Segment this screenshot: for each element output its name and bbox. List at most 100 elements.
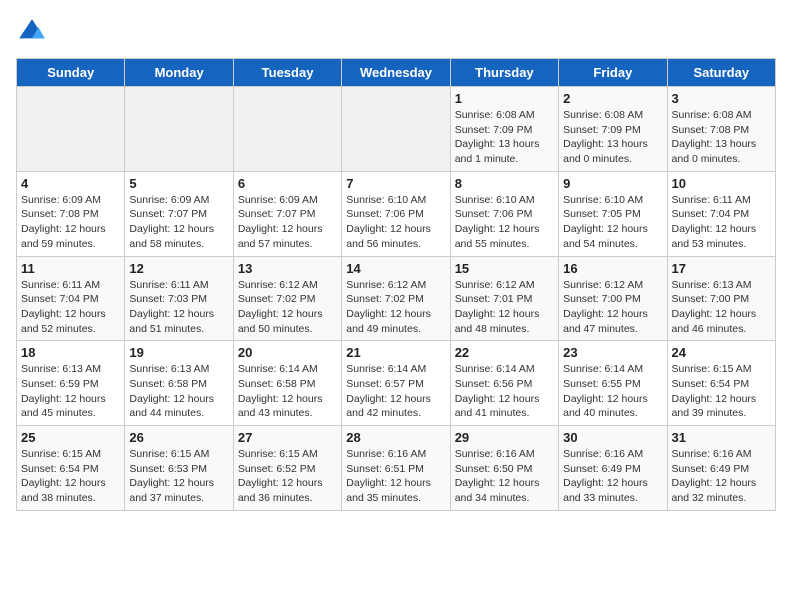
day-number: 22 (455, 345, 554, 360)
calendar-cell: 17 Sunrise: 6:13 AMSunset: 7:00 PMDayligh… (667, 256, 775, 341)
day-info: Sunrise: 6:09 AMSunset: 7:07 PMDaylight:… (129, 193, 228, 252)
day-info: Sunrise: 6:12 AMSunset: 7:02 PMDaylight:… (238, 278, 337, 337)
calendar-cell: 9 Sunrise: 6:10 AMSunset: 7:05 PMDaylight… (559, 171, 667, 256)
calendar-cell: 20Sunrise: 6:14 AMSunset: 6:58 PMDayligh… (233, 341, 341, 426)
calendar-table: SundayMondayTuesdayWednesdayThursdayFrid… (16, 58, 776, 511)
calendar-cell: 14 Sunrise: 6:12 AMSunset: 7:02 PMDayligh… (342, 256, 450, 341)
calendar-cell: 27 Sunrise: 6:15 AMSunset: 6:52 PMDayligh… (233, 426, 341, 511)
day-number: 14 (346, 261, 445, 276)
day-info: Sunrise: 6:08 AMSunset: 7:09 PMDaylight:… (563, 108, 662, 167)
calendar-cell: 30 Sunrise: 6:16 AMSunset: 6:49 PMDayligh… (559, 426, 667, 511)
day-info: Sunrise: 6:14 AMSunset: 6:56 PMDaylight:… (455, 362, 554, 421)
day-number: 24 (672, 345, 771, 360)
day-info: Sunrise: 6:16 AMSunset: 6:49 PMDaylight:… (563, 447, 662, 506)
day-number: 18 (21, 345, 120, 360)
day-info: Sunrise: 6:16 AMSunset: 6:51 PMDaylight:… (346, 447, 445, 506)
calendar-cell: 8Sunrise: 6:10 AMSunset: 7:06 PMDaylight… (450, 171, 558, 256)
calendar-cell (342, 87, 450, 172)
day-number: 13 (238, 261, 337, 276)
day-info: Sunrise: 6:10 AMSunset: 7:06 PMDaylight:… (346, 193, 445, 252)
calendar-cell: 13 Sunrise: 6:12 AMSunset: 7:02 PMDayligh… (233, 256, 341, 341)
calendar-cell (233, 87, 341, 172)
calendar-header-monday: Monday (125, 59, 233, 87)
day-info: Sunrise: 6:16 AMSunset: 6:49 PMDaylight:… (672, 447, 771, 506)
day-number: 31 (672, 430, 771, 445)
day-info: Sunrise: 6:08 AMSunset: 7:08 PMDaylight:… (672, 108, 771, 167)
day-number: 7 (346, 176, 445, 191)
day-info: Sunrise: 6:12 AMSunset: 7:00 PMDaylight:… (563, 278, 662, 337)
logo-icon (16, 16, 48, 48)
calendar-week-row: 11 Sunrise: 6:11 AMSunset: 7:04 PMDayligh… (17, 256, 776, 341)
calendar-cell: 10 Sunrise: 6:11 AMSunset: 7:04 PMDayligh… (667, 171, 775, 256)
calendar-header-thursday: Thursday (450, 59, 558, 87)
day-info: Sunrise: 6:08 AMSunset: 7:09 PMDaylight:… (455, 108, 554, 167)
day-number: 28 (346, 430, 445, 445)
day-number: 20 (238, 345, 337, 360)
calendar-cell: 15Sunrise: 6:12 AMSunset: 7:01 PMDayligh… (450, 256, 558, 341)
page-header (16, 16, 776, 48)
day-info: Sunrise: 6:15 AMSunset: 6:52 PMDaylight:… (238, 447, 337, 506)
calendar-week-row: 1 Sunrise: 6:08 AMSunset: 7:09 PMDaylight… (17, 87, 776, 172)
day-info: Sunrise: 6:11 AMSunset: 7:04 PMDaylight:… (21, 278, 120, 337)
day-number: 26 (129, 430, 228, 445)
day-number: 11 (21, 261, 120, 276)
calendar-week-row: 18 Sunrise: 6:13 AMSunset: 6:59 PMDayligh… (17, 341, 776, 426)
calendar-body: 1 Sunrise: 6:08 AMSunset: 7:09 PMDaylight… (17, 87, 776, 511)
calendar-cell: 1 Sunrise: 6:08 AMSunset: 7:09 PMDaylight… (450, 87, 558, 172)
calendar-cell: 28 Sunrise: 6:16 AMSunset: 6:51 PMDayligh… (342, 426, 450, 511)
day-number: 2 (563, 91, 662, 106)
calendar-cell: 12Sunrise: 6:11 AMSunset: 7:03 PMDayligh… (125, 256, 233, 341)
day-number: 23 (563, 345, 662, 360)
day-number: 1 (455, 91, 554, 106)
day-info: Sunrise: 6:09 AMSunset: 7:08 PMDaylight:… (21, 193, 120, 252)
calendar-cell: 6 Sunrise: 6:09 AMSunset: 7:07 PMDaylight… (233, 171, 341, 256)
day-number: 27 (238, 430, 337, 445)
calendar-cell: 31 Sunrise: 6:16 AMSunset: 6:49 PMDayligh… (667, 426, 775, 511)
calendar-header-wednesday: Wednesday (342, 59, 450, 87)
day-info: Sunrise: 6:10 AMSunset: 7:06 PMDaylight:… (455, 193, 554, 252)
day-number: 6 (238, 176, 337, 191)
day-number: 4 (21, 176, 120, 191)
day-number: 3 (672, 91, 771, 106)
day-number: 19 (129, 345, 228, 360)
calendar-header-row: SundayMondayTuesdayWednesdayThursdayFrid… (17, 59, 776, 87)
day-number: 5 (129, 176, 228, 191)
day-info: Sunrise: 6:11 AMSunset: 7:04 PMDaylight:… (672, 193, 771, 252)
calendar-cell: 18 Sunrise: 6:13 AMSunset: 6:59 PMDayligh… (17, 341, 125, 426)
day-info: Sunrise: 6:15 AMSunset: 6:53 PMDaylight:… (129, 447, 228, 506)
calendar-cell: 4 Sunrise: 6:09 AMSunset: 7:08 PMDaylight… (17, 171, 125, 256)
day-info: Sunrise: 6:13 AMSunset: 6:58 PMDaylight:… (129, 362, 228, 421)
calendar-header-saturday: Saturday (667, 59, 775, 87)
day-number: 29 (455, 430, 554, 445)
day-number: 10 (672, 176, 771, 191)
calendar-cell: 5 Sunrise: 6:09 AMSunset: 7:07 PMDaylight… (125, 171, 233, 256)
day-number: 30 (563, 430, 662, 445)
calendar-cell: 25Sunrise: 6:15 AMSunset: 6:54 PMDayligh… (17, 426, 125, 511)
calendar-cell (17, 87, 125, 172)
day-info: Sunrise: 6:12 AMSunset: 7:02 PMDaylight:… (346, 278, 445, 337)
day-info: Sunrise: 6:13 AMSunset: 7:00 PMDaylight:… (672, 278, 771, 337)
day-number: 21 (346, 345, 445, 360)
calendar-cell: 22 Sunrise: 6:14 AMSunset: 6:56 PMDayligh… (450, 341, 558, 426)
day-info: Sunrise: 6:09 AMSunset: 7:07 PMDaylight:… (238, 193, 337, 252)
logo (16, 16, 52, 48)
day-info: Sunrise: 6:15 AMSunset: 6:54 PMDaylight:… (21, 447, 120, 506)
day-info: Sunrise: 6:12 AMSunset: 7:01 PMDaylight:… (455, 278, 554, 337)
calendar-cell: 29Sunrise: 6:16 AMSunset: 6:50 PMDayligh… (450, 426, 558, 511)
day-info: Sunrise: 6:13 AMSunset: 6:59 PMDaylight:… (21, 362, 120, 421)
day-number: 17 (672, 261, 771, 276)
day-number: 9 (563, 176, 662, 191)
calendar-cell: 16Sunrise: 6:12 AMSunset: 7:00 PMDayligh… (559, 256, 667, 341)
calendar-cell: 24 Sunrise: 6:15 AMSunset: 6:54 PMDayligh… (667, 341, 775, 426)
calendar-cell: 2 Sunrise: 6:08 AMSunset: 7:09 PMDaylight… (559, 87, 667, 172)
calendar-cell: 7 Sunrise: 6:10 AMSunset: 7:06 PMDaylight… (342, 171, 450, 256)
calendar-cell: 19 Sunrise: 6:13 AMSunset: 6:58 PMDayligh… (125, 341, 233, 426)
calendar-cell: 21Sunrise: 6:14 AMSunset: 6:57 PMDayligh… (342, 341, 450, 426)
day-info: Sunrise: 6:15 AMSunset: 6:54 PMDaylight:… (672, 362, 771, 421)
calendar-cell: 11 Sunrise: 6:11 AMSunset: 7:04 PMDayligh… (17, 256, 125, 341)
day-info: Sunrise: 6:10 AMSunset: 7:05 PMDaylight:… (563, 193, 662, 252)
calendar-week-row: 4 Sunrise: 6:09 AMSunset: 7:08 PMDaylight… (17, 171, 776, 256)
calendar-cell: 3 Sunrise: 6:08 AMSunset: 7:08 PMDaylight… (667, 87, 775, 172)
calendar-header-friday: Friday (559, 59, 667, 87)
day-number: 12 (129, 261, 228, 276)
